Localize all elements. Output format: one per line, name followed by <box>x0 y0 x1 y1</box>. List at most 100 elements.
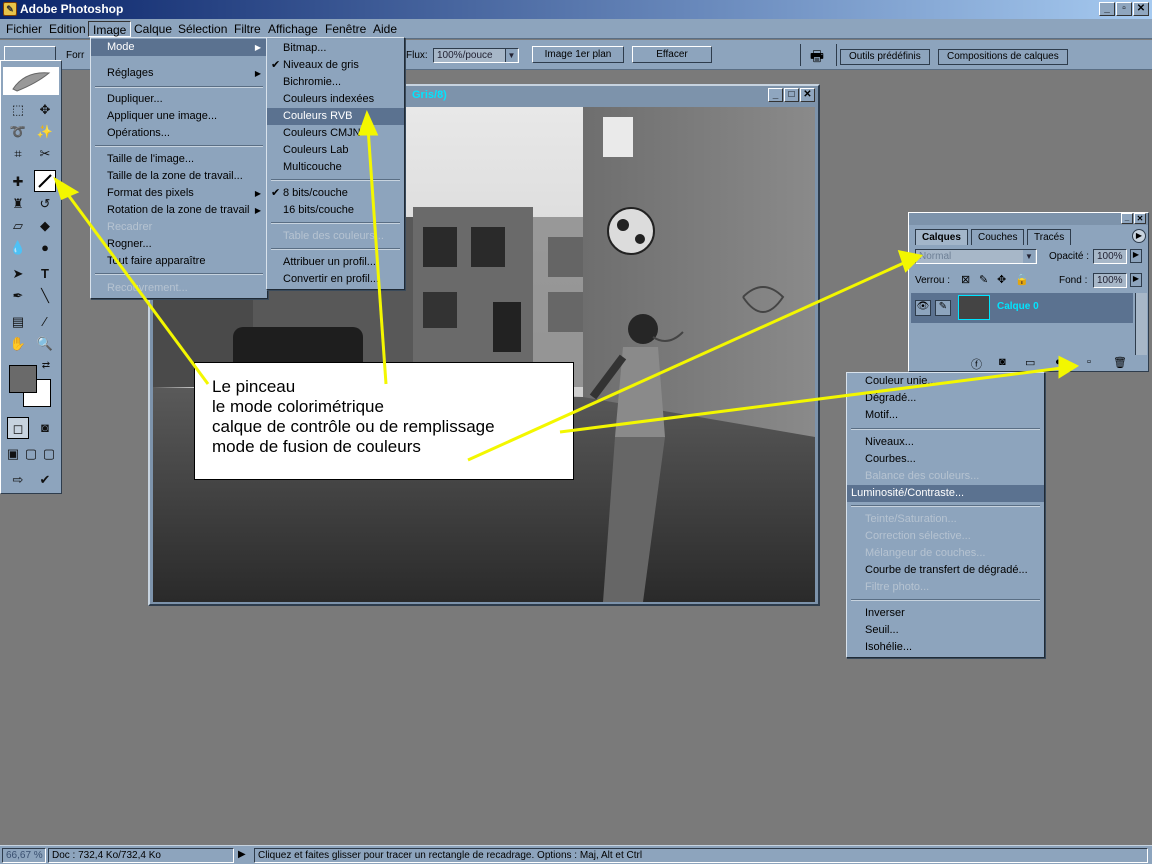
type-tool-icon[interactable]: T <box>34 263 56 285</box>
menu-item-luminosite-contraste[interactable]: Luminosité/Contraste... <box>847 485 1044 502</box>
lock-position-icon[interactable]: ✥ <box>997 273 1006 286</box>
panel-minimize-button[interactable]: _ <box>1121 213 1133 224</box>
menu-item-convertir-profil[interactable]: Convertir en profil... <box>267 271 404 288</box>
menu-item-couleurs-cmjn[interactable]: Couleurs CMJN <box>267 125 404 142</box>
new-group-icon[interactable]: ▭ <box>1025 356 1035 369</box>
opacity-arrow-icon[interactable]: ▶ <box>1130 249 1142 263</box>
lasso-tool-icon[interactable]: ➰ <box>7 121 29 143</box>
layer-mask-icon[interactable]: ◙ <box>999 356 1006 368</box>
foreground-color-swatch-top[interactable] <box>9 365 37 393</box>
menu-item-taille-image[interactable]: Taille de l'image... <box>91 151 267 168</box>
menu-item-couleur-unie[interactable]: Couleur unie... <box>847 373 1044 390</box>
pen-tool-icon[interactable]: ✒ <box>7 285 29 307</box>
menu-image[interactable]: Image <box>88 21 132 37</box>
crop-tool-icon[interactable]: ⌗ <box>7 143 29 165</box>
imageready-icon[interactable]: ✔ <box>34 469 56 491</box>
menu-item-isohelie[interactable]: Isohélie... <box>847 639 1044 656</box>
tab-traces[interactable]: Tracés <box>1027 229 1072 245</box>
screen-mode-standard-icon[interactable]: ▣ <box>5 443 21 465</box>
menu-item-niveaux[interactable]: Niveaux... <box>847 434 1044 451</box>
menu-item-appliquer-image[interactable]: Appliquer une image... <box>91 108 267 125</box>
move-tool-icon[interactable]: ✥ <box>34 99 56 121</box>
fill-input[interactable]: 100% <box>1093 273 1127 288</box>
tab-couches[interactable]: Couches <box>971 229 1025 245</box>
menu-item-rogner[interactable]: Rogner... <box>91 236 267 253</box>
tab-calques[interactable]: Calques <box>915 229 968 245</box>
chevron-down-icon[interactable]: ▼ <box>1023 250 1035 263</box>
menu-item-degrade[interactable]: Dégradé... <box>847 390 1044 407</box>
zoom-tool-icon[interactable]: 🔍 <box>34 333 56 355</box>
menu-fenetre[interactable]: Fenêtre <box>321 21 370 37</box>
trash-icon[interactable]: 🗑 <box>1113 356 1127 369</box>
swap-colors-icon[interactable]: ⇄ <box>39 359 53 373</box>
blur-tool-icon[interactable]: 💧 <box>7 237 29 259</box>
zoom-field[interactable]: 66,67 % <box>2 848 46 863</box>
stamp-tool-icon[interactable]: ♜ <box>7 193 29 215</box>
tab-compositions-de-calques[interactable]: Compositions de calques <box>938 49 1068 65</box>
new-layer-icon[interactable]: ▫ <box>1087 356 1091 368</box>
healing-brush-icon[interactable]: ✚ <box>7 171 29 193</box>
clear-button[interactable]: Effacer <box>632 46 712 63</box>
menu-item-tout-faire-apparaitre[interactable]: Tout faire apparaître <box>91 253 267 270</box>
menu-calque[interactable]: Calque <box>130 21 176 37</box>
menu-item-couleurs-rvb[interactable]: Couleurs RVB <box>267 108 404 125</box>
magic-wand-icon[interactable]: ✨ <box>34 121 56 143</box>
menu-item-rotation[interactable]: Rotation de la zone de travail ▶ <box>91 202 267 219</box>
menu-edition[interactable]: Edition <box>45 21 90 37</box>
menu-item-taille-zone-travail[interactable]: Taille de la zone de travail... <box>91 168 267 185</box>
marquee-tool-icon[interactable]: ⬚ <box>7 99 29 121</box>
path-select-icon[interactable]: ➤ <box>7 263 29 285</box>
menu-aide[interactable]: Aide <box>369 21 401 37</box>
lock-pixels-icon[interactable]: ✎ <box>979 273 988 286</box>
panel-menu-icon[interactable]: ▶ <box>1132 229 1146 243</box>
doc-minimize-button[interactable]: _ <box>768 88 783 102</box>
paint-bucket-icon[interactable]: ◆ <box>34 215 56 237</box>
eraser-tool-icon[interactable]: ▱ <box>7 215 29 237</box>
menu-item-seuil[interactable]: Seuil... <box>847 622 1044 639</box>
menu-item-couleurs-lab[interactable]: Couleurs Lab <box>267 142 404 159</box>
slice-tool-icon[interactable]: ✂ <box>34 143 56 165</box>
menu-item-operations[interactable]: Opérations... <box>91 125 267 142</box>
chevron-down-icon[interactable]: ▼ <box>505 49 517 62</box>
menu-filtre[interactable]: Filtre <box>230 21 265 37</box>
notes-tool-icon[interactable]: ▤ <box>7 311 29 333</box>
menu-item-dupliquer[interactable]: Dupliquer... <box>91 91 267 108</box>
menu-item-format-pixels[interactable]: Format des pixels ▶ <box>91 185 267 202</box>
menu-item-courbes[interactable]: Courbes... <box>847 451 1044 468</box>
menu-item-couleurs-indexees[interactable]: Couleurs indexées <box>267 91 404 108</box>
menu-item-motif[interactable]: Motif... <box>847 407 1044 424</box>
layer-style-icon[interactable]: ⓕ <box>971 356 982 372</box>
panel-close-button[interactable]: ✕ <box>1134 213 1146 224</box>
dodge-tool-icon[interactable]: ● <box>34 237 56 259</box>
adjustment-layer-icon[interactable]: ◐ <box>1055 356 1062 368</box>
menu-item-mode[interactable]: Mode ▶ <box>91 39 267 56</box>
minimize-button[interactable]: _ <box>1099 2 1115 16</box>
flux-select[interactable]: 100%/pouce ▼ <box>433 48 519 63</box>
layer-row[interactable]: 👁 ✎ Calque 0 <box>911 293 1133 323</box>
fill-arrow-icon[interactable]: ▶ <box>1130 273 1142 287</box>
blend-mode-select[interactable]: Normal ▼ <box>915 249 1037 264</box>
line-tool-icon[interactable]: ╲ <box>34 285 56 307</box>
status-menu-arrow-icon[interactable]: ▶ <box>238 849 250 862</box>
menu-affichage[interactable]: Affichage <box>264 21 322 37</box>
close-button[interactable]: ✕ <box>1133 2 1149 16</box>
menu-item-reglages[interactable]: Réglages ▶ <box>91 65 267 82</box>
menu-item-inverser[interactable]: Inverser <box>847 605 1044 622</box>
doc-maximize-button[interactable]: □ <box>784 88 799 102</box>
doc-close-button[interactable]: ✕ <box>800 88 815 102</box>
tab-outils-predefinis[interactable]: Outils prédéfinis <box>840 49 930 65</box>
jump-to-imageready-icon[interactable]: ⇨ <box>7 469 29 491</box>
menu-item-niveaux-de-gris[interactable]: ✔ Niveaux de gris <box>267 57 404 74</box>
quick-mask-icon[interactable]: ◙ <box>34 417 56 439</box>
front-image-button[interactable]: Image 1er plan <box>532 46 624 63</box>
menu-item-attribuer-profil[interactable]: Attribuer un profil... <box>267 254 404 271</box>
maximize-button[interactable]: ▫ <box>1116 2 1132 16</box>
standard-mode-icon[interactable]: ◻ <box>7 417 29 439</box>
lock-transparency-icon[interactable]: ⊠ <box>961 273 970 286</box>
menu-item-courbe-transfert[interactable]: Courbe de transfert de dégradé... <box>847 562 1044 579</box>
eye-icon[interactable]: 👁 <box>915 300 931 316</box>
eyedropper-icon[interactable]: ⁄ <box>34 311 56 333</box>
menu-item-bichromie[interactable]: Bichromie... <box>267 74 404 91</box>
menu-item-16-bits[interactable]: 16 bits/couche <box>267 202 404 219</box>
menu-fichier[interactable]: Fichier <box>2 21 46 37</box>
